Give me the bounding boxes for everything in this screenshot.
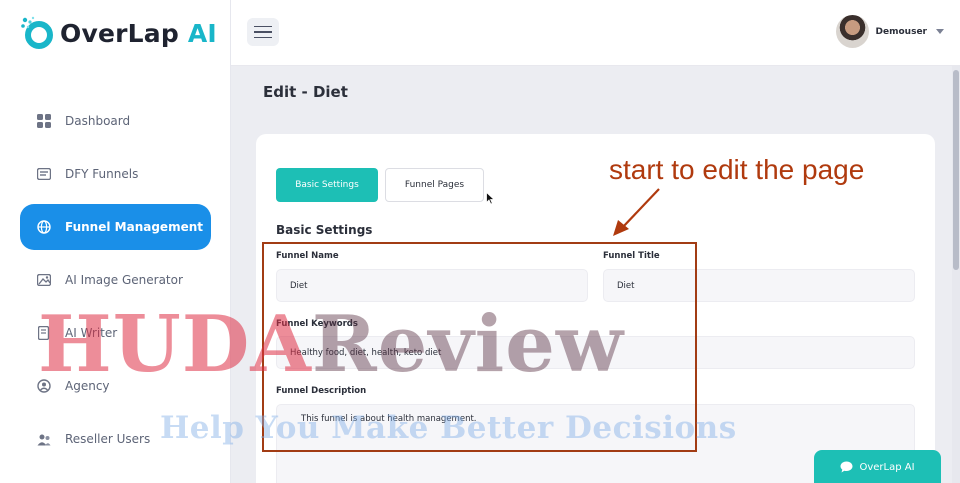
chevron-down-icon	[936, 29, 944, 34]
funnel-name-label: Funnel Name	[276, 251, 339, 261]
sidebar-item-label: AI Image Generator	[65, 273, 183, 287]
sidebar-item-reseller-users[interactable]: Reseller Users	[20, 416, 211, 462]
sidebar-item-agency[interactable]: Agency	[20, 363, 211, 409]
sidebar: OverLap AI Dashboard DFY Funnels Funnel …	[0, 0, 231, 483]
sidebar-item-funnel-management[interactable]: Funnel Management	[20, 204, 211, 250]
sidebar-item-label: Funnel Management	[65, 220, 203, 234]
sidebar-item-dashboard[interactable]: Dashboard	[20, 98, 211, 144]
mouse-cursor-icon	[486, 192, 495, 205]
agency-icon	[36, 378, 52, 394]
chat-bubble-icon	[840, 461, 853, 473]
section-title: Basic Settings	[276, 223, 373, 237]
tab-basic-settings[interactable]: Basic Settings	[276, 168, 378, 202]
app-logo[interactable]: OverLap AI	[20, 16, 217, 50]
users-icon	[36, 431, 52, 447]
tab-funnel-pages[interactable]: Funnel Pages	[385, 168, 484, 202]
top-header: Demouser	[231, 0, 960, 66]
scrollbar-thumb[interactable]	[953, 70, 959, 270]
chat-button-label: OverLap AI	[859, 461, 915, 473]
sidebar-item-label: Dashboard	[65, 114, 131, 128]
funnel-list-icon	[36, 166, 52, 182]
hamburger-icon[interactable]	[247, 18, 279, 46]
sidebar-item-ai-writer[interactable]: AI Writer	[20, 310, 211, 356]
sidebar-item-dfy-funnels[interactable]: DFY Funnels	[20, 151, 211, 197]
page-scrollbar[interactable]	[952, 66, 960, 483]
funnel-description-label: Funnel Description	[276, 386, 367, 396]
annotation-text: start to edit the page	[609, 154, 865, 185]
sidebar-item-label: AI Writer	[65, 326, 118, 340]
avatar	[835, 15, 869, 48]
logo-text: OverLap AI	[60, 18, 217, 48]
page-title: Edit - Diet	[263, 83, 348, 101]
sidebar-item-ai-image-generator[interactable]: AI Image Generator	[20, 257, 211, 303]
image-icon	[36, 272, 52, 288]
funnel-title-input[interactable]: Diet	[603, 269, 915, 302]
globe-icon	[36, 219, 52, 235]
funnel-keywords-label: Funnel Keywords	[276, 319, 358, 329]
edit-funnel-card: Basic Settings Funnel Pages Basic Settin…	[256, 134, 935, 483]
sidebar-item-label: Agency	[65, 379, 110, 393]
sidebar-nav: Dashboard DFY Funnels Funnel Management …	[20, 98, 211, 469]
logo-icon	[21, 16, 53, 49]
annotation-arrow-icon	[613, 188, 660, 236]
user-menu[interactable]: Demouser	[835, 15, 944, 48]
funnel-title-label: Funnel Title	[603, 251, 660, 261]
user-name: Demouser	[875, 26, 927, 37]
funnel-name-input[interactable]: Diet	[276, 269, 588, 302]
dashboard-grid-icon	[36, 113, 52, 129]
chat-button[interactable]: OverLap AI	[814, 450, 941, 483]
sidebar-item-label: Reseller Users	[65, 432, 151, 446]
document-edit-icon	[36, 325, 52, 341]
funnel-keywords-input[interactable]: Healthy food, diet, health, keto diet	[276, 336, 915, 369]
sidebar-item-label: DFY Funnels	[65, 167, 139, 181]
